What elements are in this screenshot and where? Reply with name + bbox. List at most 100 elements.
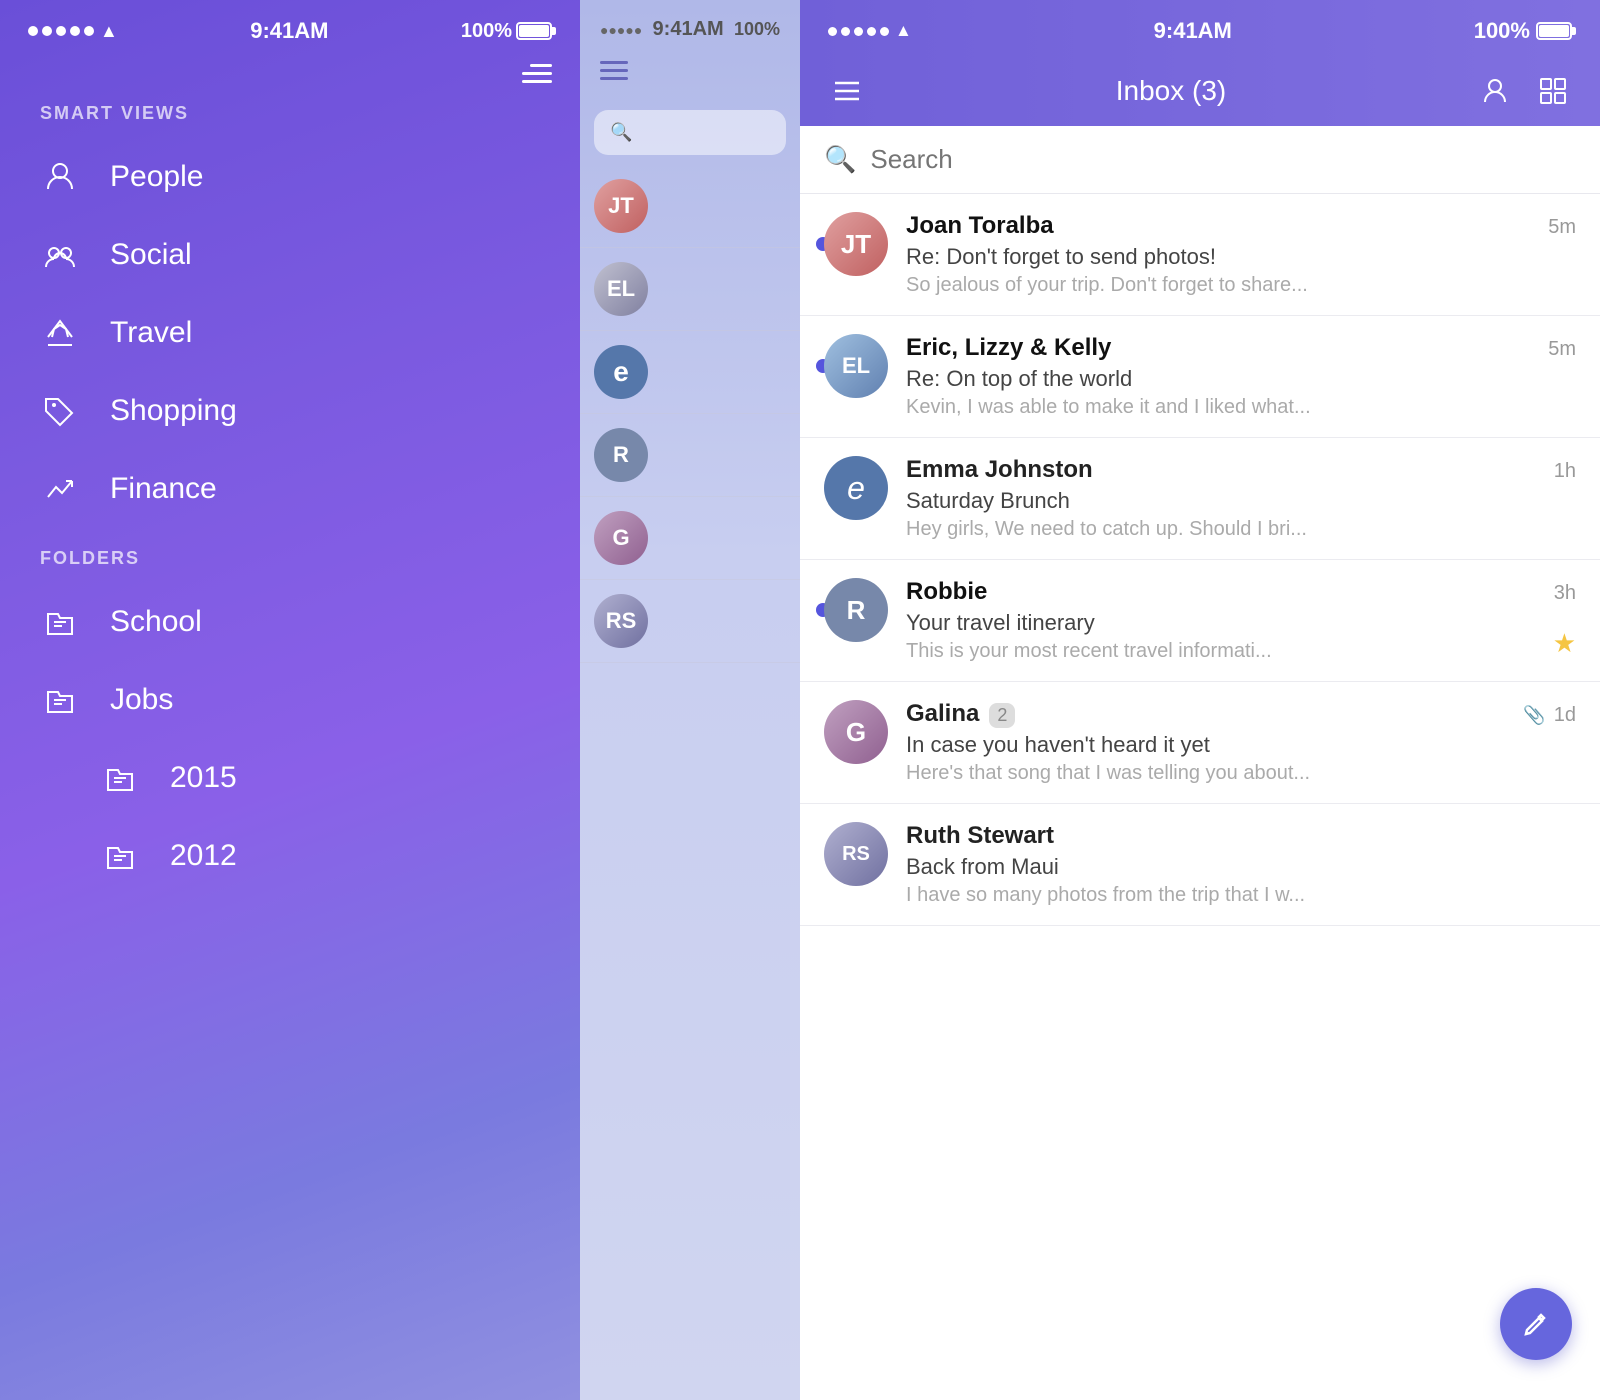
time-emma: 1h bbox=[1554, 460, 1576, 483]
sidebar-item-2015[interactable]: 2015 bbox=[0, 739, 580, 817]
battery-bar-left bbox=[516, 22, 552, 40]
rdot3 bbox=[854, 27, 863, 36]
sender-eric: Eric, Lizzy & Kelly bbox=[906, 334, 1111, 362]
hamburger-mid[interactable] bbox=[580, 51, 800, 100]
subject-eric: Re: On top of the world bbox=[906, 366, 1576, 392]
sidebar-item-travel[interactable]: Travel bbox=[0, 294, 580, 372]
wifi-icon-right: ▲ bbox=[895, 21, 912, 41]
status-bar-mid: ●●●●● 9:41AM 100% bbox=[580, 0, 800, 51]
email-header-ruth: Ruth Stewart bbox=[906, 822, 1576, 850]
avatar-emma: e bbox=[824, 456, 888, 520]
profile-button[interactable] bbox=[1476, 72, 1514, 110]
avatar-galina: G bbox=[824, 700, 888, 764]
sidebar-label-finance: Finance bbox=[110, 472, 217, 506]
sender-ruth: Ruth Stewart bbox=[906, 822, 1054, 850]
sender-robbie: Robbie bbox=[906, 578, 987, 606]
mid-avatar-6: RS bbox=[594, 594, 648, 648]
layout-button[interactable] bbox=[1534, 72, 1572, 110]
ham-line-mid-2 bbox=[600, 69, 628, 72]
preview-emma: Hey girls, We need to catch up. Should I… bbox=[906, 518, 1406, 541]
time-right: 9:41AM bbox=[1154, 18, 1232, 44]
inbox-header: Inbox (3) bbox=[800, 54, 1600, 126]
compose-button[interactable] bbox=[1500, 1288, 1572, 1360]
email-item-robbie[interactable]: R Robbie 3h Your travel itinerary This i… bbox=[800, 560, 1600, 682]
travel-icon bbox=[40, 317, 80, 349]
right-phone: ▲ 9:41AM 100% Inbox (3) 🔍 bbox=[800, 0, 1600, 1400]
subject-ruth: Back from Maui bbox=[906, 854, 1576, 880]
preview-ruth: I have so many photos from the trip that… bbox=[906, 884, 1406, 907]
hamburger-left[interactable] bbox=[0, 54, 580, 103]
folders-label: FOLDERS bbox=[0, 548, 580, 583]
status-bar-right: ▲ 9:41AM 100% bbox=[800, 0, 1600, 54]
mid-list-1[interactable]: JT bbox=[580, 165, 800, 248]
time-left: 9:41AM bbox=[250, 18, 328, 44]
left-phone: ▲ 9:41AM 100% SMART VIEWS People Social bbox=[0, 0, 580, 1400]
wifi-icon: ▲ bbox=[100, 21, 118, 42]
sidebar-item-shopping[interactable]: Shopping bbox=[0, 372, 580, 450]
attachment-icon: 📎 bbox=[1523, 705, 1545, 726]
email-item-eric[interactable]: EL Eric, Lizzy & Kelly 5m Re: On top of … bbox=[800, 316, 1600, 438]
rdot2 bbox=[841, 27, 850, 36]
smart-views-label: SMART VIEWS bbox=[0, 103, 580, 138]
folder-jobs-icon bbox=[40, 684, 80, 716]
search-input[interactable] bbox=[870, 144, 1576, 175]
dot4 bbox=[70, 26, 80, 36]
subject-galina: In case you haven't heard it yet bbox=[906, 732, 1576, 758]
folder-2015-icon bbox=[100, 762, 140, 794]
time-eric: 5m bbox=[1548, 338, 1576, 361]
email-item-emma[interactable]: e Emma Johnston 1h Saturday Brunch Hey g… bbox=[800, 438, 1600, 560]
subject-joan: Re: Don't forget to send photos! bbox=[906, 244, 1576, 270]
email-item-ruth[interactable]: RS Ruth Stewart Back from Maui I have so… bbox=[800, 804, 1600, 926]
email-item-galina[interactable]: G Galina 2 📎 1d In case you haven't hear… bbox=[800, 682, 1600, 804]
middle-phone: ●●●●● 9:41AM 100% 🔍 JT EL e R G RS bbox=[580, 0, 800, 1400]
rdot4 bbox=[867, 27, 876, 36]
email-content-robbie: Robbie 3h Your travel itinerary This is … bbox=[906, 578, 1576, 663]
email-header-joan: Joan Toralba 5m bbox=[906, 212, 1576, 240]
sidebar-item-jobs[interactable]: Jobs bbox=[0, 661, 580, 739]
avatar-joan: JT bbox=[824, 212, 888, 276]
dot5 bbox=[84, 26, 94, 36]
mid-avatar-2: EL bbox=[594, 262, 648, 316]
email-item-joan[interactable]: JT Joan Toralba 5m Re: Don't forget to s… bbox=[800, 194, 1600, 316]
search-bar-mid[interactable]: 🔍 bbox=[594, 110, 786, 155]
chart-icon bbox=[40, 473, 80, 505]
folder-school-icon bbox=[40, 606, 80, 638]
status-icons-right: ▲ bbox=[828, 21, 912, 41]
sidebar-label-jobs: Jobs bbox=[110, 683, 173, 717]
folder-2012-icon bbox=[100, 840, 140, 872]
email-content-ruth: Ruth Stewart Back from Maui I have so ma… bbox=[906, 822, 1576, 907]
mid-list-4[interactable]: R bbox=[580, 414, 800, 497]
avatar-robbie: R bbox=[824, 578, 888, 642]
email-header-robbie: Robbie 3h bbox=[906, 578, 1576, 606]
time-robbie: 3h bbox=[1554, 582, 1576, 605]
mid-avatar-4: R bbox=[594, 428, 648, 482]
preview-robbie: This is your most recent travel informat… bbox=[906, 640, 1326, 663]
email-list: JT Joan Toralba 5m Re: Don't forget to s… bbox=[800, 194, 1600, 1400]
sidebar-item-finance[interactable]: Finance bbox=[0, 450, 580, 528]
subject-robbie: Your travel itinerary bbox=[906, 610, 1576, 636]
mid-list-6[interactable]: RS bbox=[580, 580, 800, 663]
email-content-galina: Galina 2 📎 1d In case you haven't heard … bbox=[906, 700, 1576, 785]
email-header-eric: Eric, Lizzy & Kelly 5m bbox=[906, 334, 1576, 362]
sender-emma: Emma Johnston bbox=[906, 456, 1093, 484]
sidebar-item-social[interactable]: Social bbox=[0, 216, 580, 294]
ham-line-3 bbox=[522, 80, 552, 83]
sidebar-label-school: School bbox=[110, 605, 202, 639]
hamburger-button-right[interactable] bbox=[828, 72, 866, 110]
sidebar-label-travel: Travel bbox=[110, 316, 192, 350]
sidebar-label-social: Social bbox=[110, 238, 192, 272]
mid-list-2[interactable]: EL bbox=[580, 248, 800, 331]
sidebar-label-shopping: Shopping bbox=[110, 394, 237, 428]
time-joan: 5m bbox=[1548, 216, 1576, 239]
search-bar-right[interactable]: 🔍 bbox=[800, 126, 1600, 194]
mid-list-3[interactable]: e bbox=[580, 331, 800, 414]
dot3 bbox=[56, 26, 66, 36]
dot2 bbox=[42, 26, 52, 36]
mid-list-5[interactable]: G bbox=[580, 497, 800, 580]
sidebar-item-people[interactable]: People bbox=[0, 138, 580, 216]
inbox-title: Inbox (3) bbox=[886, 75, 1456, 107]
sender-joan: Joan Toralba bbox=[906, 212, 1054, 240]
battery-right: 100% bbox=[1474, 18, 1572, 44]
sidebar-item-2012[interactable]: 2012 bbox=[0, 817, 580, 895]
sidebar-item-school[interactable]: School bbox=[0, 583, 580, 661]
